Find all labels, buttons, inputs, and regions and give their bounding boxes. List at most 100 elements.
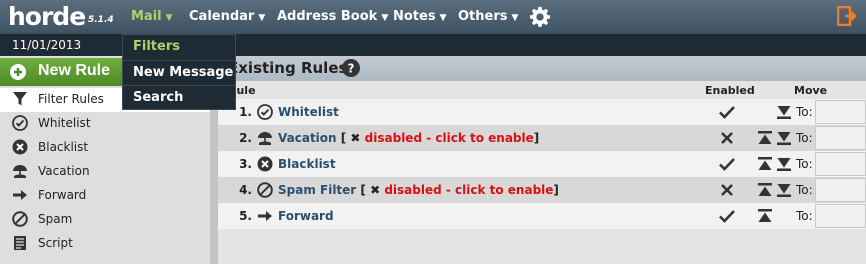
help-icon[interactable]: ?	[342, 59, 360, 77]
main-header: Existing Rules ?	[218, 56, 866, 81]
move-to-input[interactable]	[815, 126, 866, 150]
move-top-icon[interactable]	[758, 157, 772, 171]
version-label: 5.1.4	[88, 15, 114, 25]
dropdown-item-new-message[interactable]: New Message	[123, 60, 235, 85]
mail-dropdown-menu: Filters New Message Search	[122, 34, 236, 110]
disabled-x-icon: ✖	[370, 183, 385, 197]
move-top-icon[interactable]	[758, 209, 772, 223]
move-bottom-icon[interactable]	[777, 157, 791, 171]
gear-icon[interactable]	[529, 6, 551, 28]
arrow-right-icon	[13, 190, 27, 200]
rule-name-link[interactable]: Vacation	[278, 131, 337, 145]
rule-name-container: Forward	[278, 209, 334, 223]
move-bottom-icon[interactable]	[777, 183, 791, 197]
check-circle-icon	[12, 115, 28, 131]
move-to-label: To:	[796, 131, 813, 145]
move-to-input[interactable]	[815, 152, 866, 176]
menu-others[interactable]: Others ▼	[458, 9, 518, 24]
bracket-close: ]	[553, 183, 559, 197]
column-enabled: Enabled	[705, 84, 755, 97]
enabled-check-icon[interactable]	[718, 104, 736, 120]
svg-text:?: ?	[348, 62, 355, 76]
rule-name-link[interactable]: Whitelist	[278, 105, 339, 119]
rule-name-link[interactable]: Spam Filter	[278, 183, 356, 197]
sidebar-item-vacation[interactable]: Vacation	[0, 160, 210, 184]
table-header: Rule Enabled Move	[218, 83, 866, 99]
plus-circle-icon	[10, 64, 26, 80]
move-bottom-icon[interactable]	[777, 105, 791, 119]
chevron-down-icon: ▼	[439, 13, 447, 23]
move-to-input[interactable]	[815, 178, 866, 202]
table-row: 2. Vacation [ ✖ disabled - click to enabl…	[218, 125, 866, 151]
script-icon	[14, 236, 26, 250]
menu-label: Mail	[131, 9, 162, 24]
chevron-down-icon: ▼	[381, 13, 389, 23]
new-rule-button[interactable]: New Rule	[0, 58, 128, 86]
enable-rule-link[interactable]: disabled - click to enable	[365, 131, 534, 145]
rule-number: 3.	[239, 157, 252, 171]
exit-icon[interactable]	[837, 6, 857, 26]
menu-address-book[interactable]: Address Book ▼	[277, 9, 388, 24]
move-to-label: To:	[796, 157, 813, 171]
rule-number: 4.	[239, 183, 252, 197]
sidebar-item-blacklist[interactable]: Blacklist	[0, 136, 210, 160]
arrow-right-icon	[258, 211, 272, 221]
table-row: 3. Blacklist To:	[218, 151, 866, 177]
move-to-label: To:	[796, 183, 813, 197]
menu-mail[interactable]: Mail ▼	[131, 9, 173, 24]
menu-label: Notes	[393, 9, 436, 24]
menu-notes[interactable]: Notes ▼	[393, 9, 447, 24]
chevron-down-icon: ▼	[258, 13, 266, 23]
enabled-check-icon[interactable]	[718, 156, 736, 172]
dropdown-item-filters[interactable]: Filters	[123, 35, 235, 60]
no-symbol-icon	[257, 182, 273, 198]
sidebar-item-label: Whitelist	[38, 116, 91, 130]
column-move: Move	[794, 84, 828, 97]
bracket-open: [	[336, 131, 351, 145]
sidebar-item-label: Blacklist	[38, 140, 89, 154]
sidebar-item-label: Script	[38, 236, 73, 250]
new-rule-label: New Rule	[38, 62, 111, 79]
page-title: Existing Rules	[228, 59, 348, 77]
sidebar-item-label: Forward	[38, 188, 87, 202]
rule-number: 2.	[239, 131, 252, 145]
rule-name-container: Vacation [ ✖ disabled - click to enable]	[278, 131, 539, 145]
dropdown-item-search[interactable]: Search	[123, 85, 235, 110]
sidebar-item-forward[interactable]: Forward	[0, 184, 210, 208]
move-to-input[interactable]	[815, 100, 866, 124]
move-bottom-icon[interactable]	[777, 131, 791, 145]
move-top-icon[interactable]	[758, 183, 772, 197]
disabled-x-icon: ✖	[350, 131, 365, 145]
sidebar-item-script[interactable]: Script	[0, 232, 210, 256]
move-top-icon[interactable]	[758, 131, 772, 145]
menu-calendar[interactable]: Calendar ▼	[189, 9, 265, 24]
move-to-input[interactable]	[815, 204, 866, 228]
sidebar-item-label: Vacation	[38, 164, 90, 178]
rule-number: 5.	[239, 209, 252, 223]
sidebar-item-spam[interactable]: Spam	[0, 208, 210, 232]
table-row: 4. Spam Filter [ ✖ disabled - click to en…	[218, 177, 866, 203]
menu-label: Address Book	[277, 9, 378, 24]
table-row: 5. Forward To:	[218, 203, 866, 229]
menu-label: Calendar	[189, 9, 255, 24]
sidebar-item-label: Spam	[38, 212, 73, 226]
horde-logo[interactable]: horde	[8, 2, 86, 31]
enabled-check-icon[interactable]	[718, 208, 736, 224]
table-row: 1. Whitelist To:	[218, 99, 866, 125]
enable-rule-link[interactable]: disabled - click to enable	[384, 183, 553, 197]
menu-label: Others	[458, 9, 508, 24]
filter-icon	[13, 92, 27, 106]
bracket-open: [	[356, 183, 371, 197]
disabled-x-icon[interactable]	[718, 182, 736, 198]
rule-name-link[interactable]: Forward	[278, 209, 334, 223]
sidebar-item-whitelist[interactable]: Whitelist	[0, 112, 210, 136]
x-circle-icon	[12, 139, 28, 155]
disabled-x-icon[interactable]	[718, 130, 736, 146]
move-to-label: To:	[796, 209, 813, 223]
move-to-label: To:	[796, 105, 813, 119]
sidebar-item-label: Filter Rules	[38, 92, 104, 106]
no-symbol-icon	[12, 211, 28, 227]
rule-name-link[interactable]: Blacklist	[278, 157, 336, 171]
chevron-down-icon: ▼	[511, 13, 519, 23]
main-panel: Existing Rules ? Rule Enabled Move 1. Whi…	[218, 56, 866, 264]
